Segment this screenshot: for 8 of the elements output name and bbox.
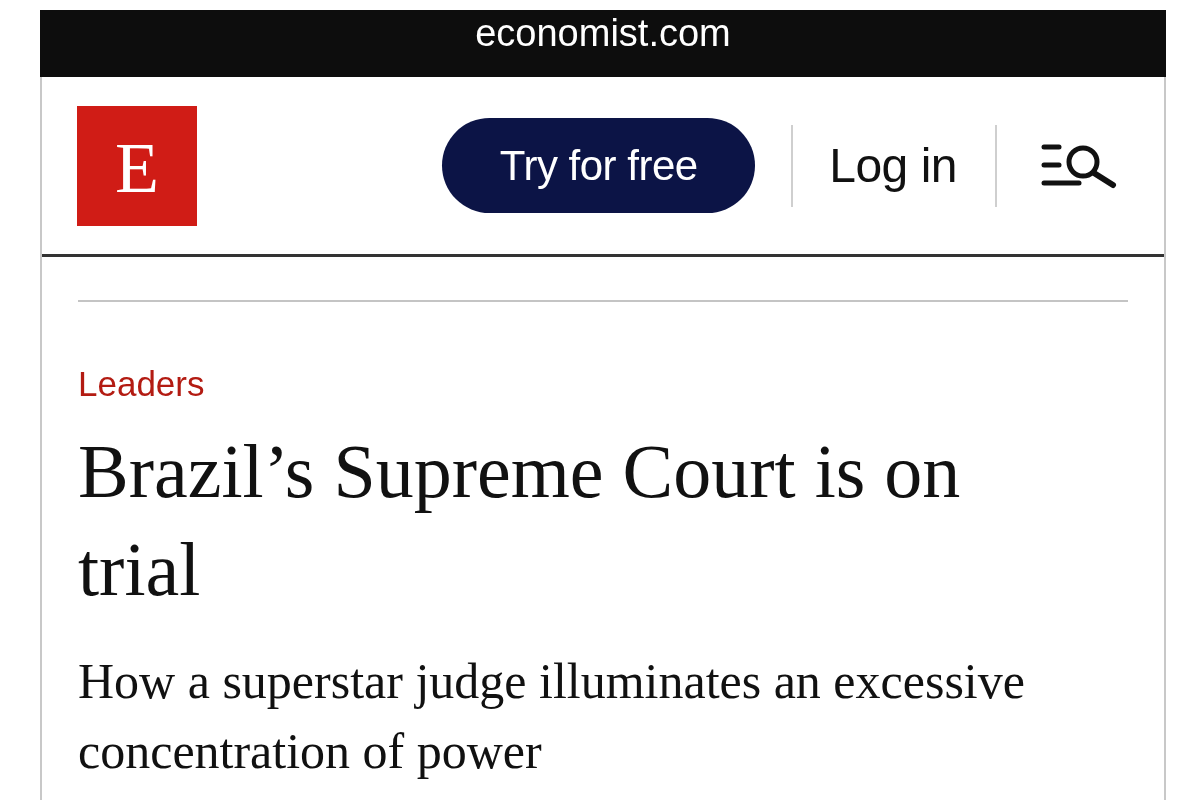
article-subheadline: How a superstar judge illuminates an excessive concentration of power: [78, 652, 1026, 781]
log-in-link[interactable]: Log in: [829, 141, 957, 190]
menu-search-icon[interactable]: [1041, 142, 1118, 189]
logo-icon[interactable]: E: [77, 105, 197, 226]
try-for-free-button[interactable]: Try for free: [442, 118, 756, 213]
section-label[interactable]: Leaders: [78, 364, 205, 404]
url-text: economist.com: [475, 11, 731, 56]
article-headline: Brazil’s Supreme Court is on trial: [78, 428, 962, 613]
